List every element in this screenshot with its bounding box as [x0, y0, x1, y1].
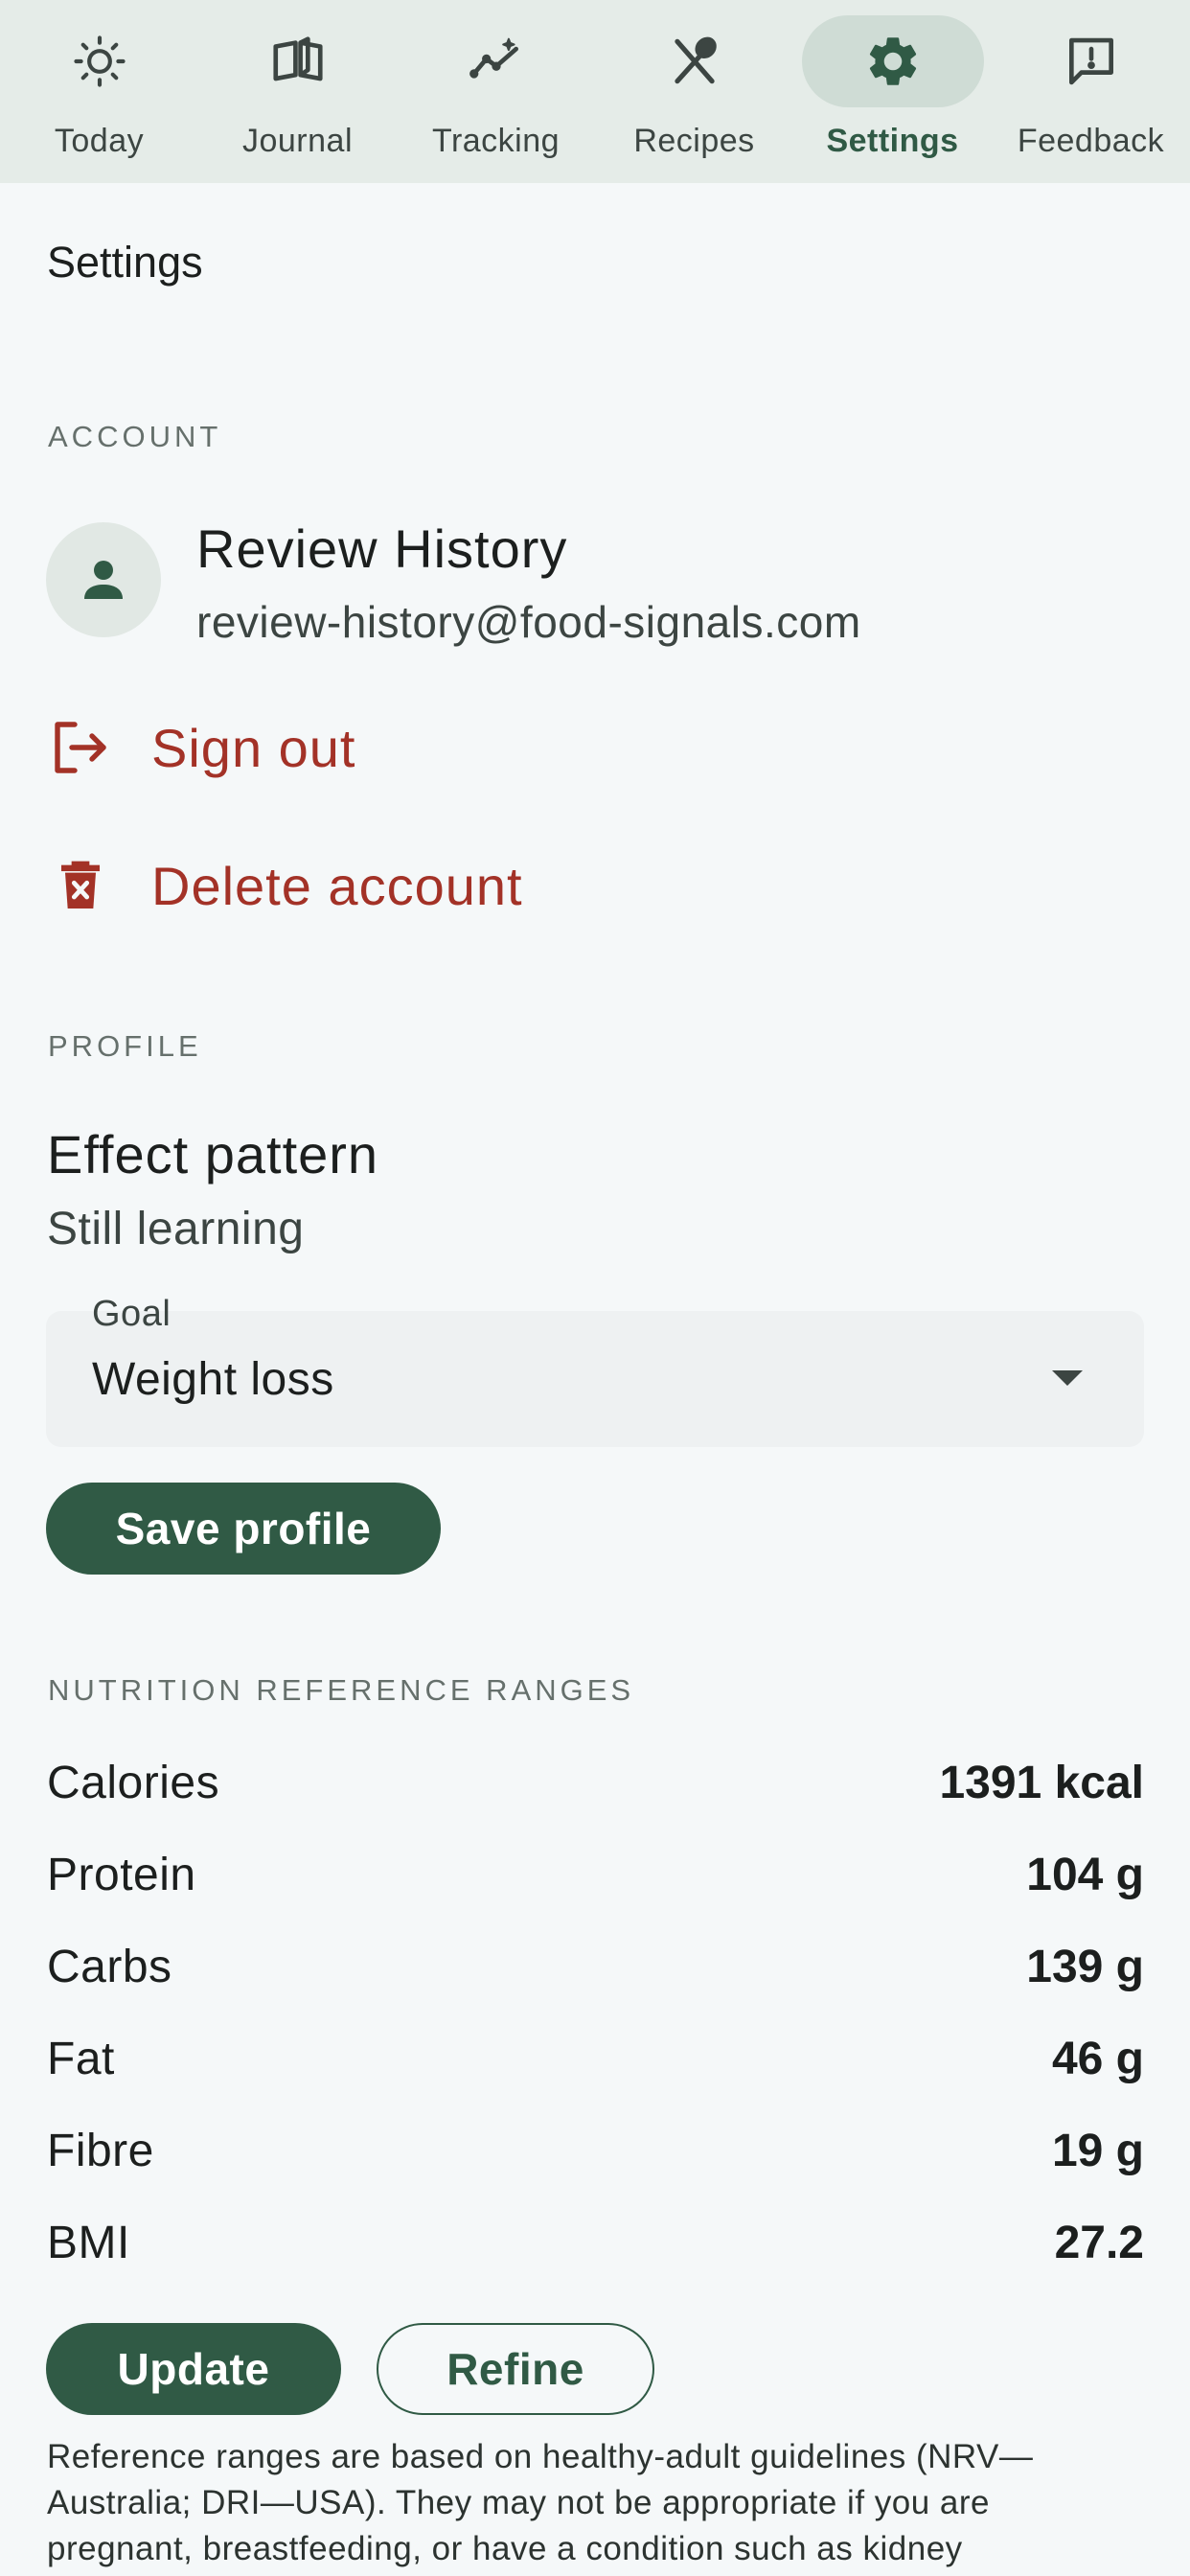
nutrition-value: 19 g [1051, 2125, 1144, 2176]
refine-button[interactable]: Refine [377, 2323, 654, 2415]
nutrition-value: 139 g [1026, 1941, 1144, 1992]
update-button[interactable]: Update [46, 2323, 341, 2415]
account-email: review-history@food-signals.com [196, 597, 861, 647]
save-profile-button[interactable]: Save profile [46, 1483, 441, 1575]
nutrition-row-fibre: Fibre 19 g [47, 2117, 1144, 2184]
dropdown-caret-icon [1052, 1370, 1083, 1386]
account-name: Review History [196, 518, 568, 579]
effect-pattern-title: Effect pattern [47, 1124, 379, 1184]
nutrition-row-calories: Calories 1391 kcal [47, 1749, 1144, 1816]
nutrition-label: Fibre [47, 2125, 154, 2176]
nutrition-row-carbs: Carbs 139 g [47, 1933, 1144, 2000]
nav-item-today[interactable]: Today [0, 0, 198, 183]
nutrition-value: 27.2 [1054, 2217, 1144, 2268]
gear-icon [862, 31, 924, 92]
nutrition-value: 46 g [1051, 2033, 1144, 2084]
trend-sparkle-icon [466, 31, 527, 92]
nav-item-tracking[interactable]: Tracking [397, 0, 595, 183]
nutrition-disclaimer: Reference ranges are based on healthy-ad… [47, 2438, 1034, 2567]
goal-label: Goal [92, 1294, 172, 1334]
nav-label: Settings [826, 123, 959, 159]
page-title: Settings [47, 238, 203, 287]
nav-label: Tracking [431, 123, 561, 159]
sign-out-button[interactable]: Sign out [46, 709, 356, 786]
nav-item-journal[interactable]: Journal [198, 0, 397, 183]
delete-account-button[interactable]: Delete account [46, 847, 523, 924]
nav-label: Journal [241, 123, 353, 159]
delete-account-label: Delete account [151, 855, 523, 916]
feedback-icon [1061, 31, 1122, 92]
trash-icon [46, 851, 115, 920]
nutrition-row-fat: Fat 46 g [47, 2025, 1144, 2092]
sun-icon [69, 31, 130, 92]
nutrition-label: Protein [47, 1849, 196, 1900]
nav-item-settings[interactable]: Settings [793, 0, 992, 183]
nutrition-value: 1391 kcal [939, 1757, 1144, 1808]
book-icon [267, 31, 329, 92]
nav-label: Today [54, 123, 145, 159]
goal-select[interactable]: Goal Weight loss [46, 1294, 1144, 1447]
account-section-header: ACCOUNT [48, 420, 222, 453]
effect-pattern-value: Still learning [47, 1204, 305, 1254]
nutrition-label: Fat [47, 2033, 115, 2084]
utensils-icon [664, 31, 725, 92]
top-navigation: Today Journal Tracking Recipes Settings … [0, 0, 1190, 183]
nutrition-label: Carbs [47, 1941, 172, 1992]
profile-section-header: PROFILE [48, 1029, 202, 1063]
nutrition-section-header: NUTRITION REFERENCE RANGES [48, 1673, 635, 1707]
nutrition-value: 104 g [1026, 1849, 1144, 1900]
logout-icon [46, 713, 115, 782]
nutrition-row-bmi: BMI 27.2 [47, 2209, 1144, 2276]
person-icon [84, 561, 123, 599]
sign-out-label: Sign out [151, 717, 356, 778]
avatar [46, 522, 161, 637]
nav-item-recipes[interactable]: Recipes [595, 0, 793, 183]
goal-value: Weight loss [92, 1354, 334, 1405]
nav-label: Recipes [633, 123, 755, 159]
nav-item-feedback[interactable]: Feedback [992, 0, 1190, 183]
nav-label: Feedback [1017, 123, 1165, 159]
nutrition-row-protein: Protein 104 g [47, 1841, 1144, 1908]
nutrition-label: Calories [47, 1757, 220, 1808]
nutrition-label: BMI [47, 2217, 130, 2268]
